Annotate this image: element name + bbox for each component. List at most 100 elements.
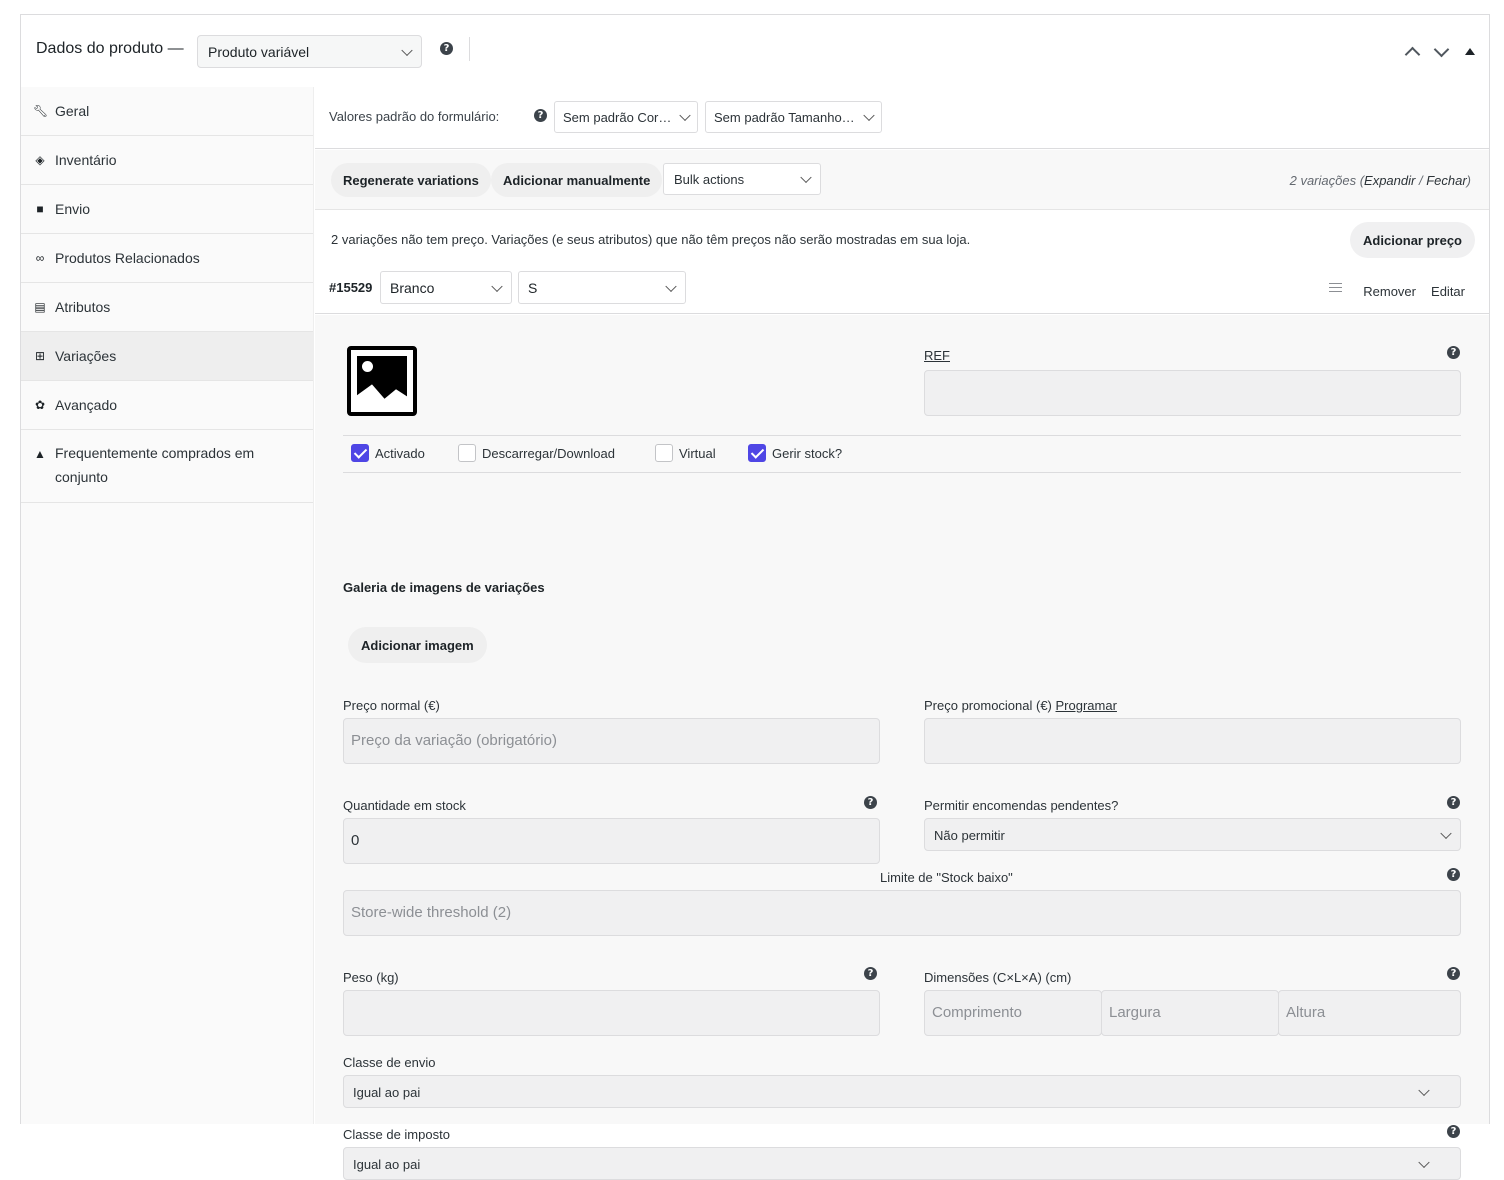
close-link[interactable]: Fechar [1426, 173, 1466, 188]
manage-stock-checkbox[interactable] [748, 444, 766, 462]
variations-toolbar: Regenerate variations Adicionar manualme… [315, 150, 1489, 210]
sidebar-item-label: Envio [55, 201, 91, 217]
help-icon[interactable]: ? [1447, 346, 1460, 359]
list-icon: ▤ [34, 300, 46, 314]
sidebar-item-label: Atributos [55, 299, 111, 315]
virtual-checkbox[interactable] [655, 444, 673, 462]
backorders-label: Permitir encomendas pendentes? [924, 798, 1119, 813]
tax-class-select[interactable]: Igual ao pai [343, 1147, 1461, 1180]
help-icon[interactable]: ? [864, 967, 877, 980]
stock-quantity-input[interactable]: 0 [343, 818, 880, 864]
low-stock-input[interactable]: Store-wide threshold (2) [343, 890, 1461, 936]
link-icon: ∞ [35, 251, 45, 265]
move-down-icon[interactable] [1433, 41, 1450, 58]
default-size-select[interactable]: Sem padrão Tamanho… [705, 101, 882, 133]
drag-handle-icon[interactable] [1329, 283, 1342, 292]
sidebar-item-label: Produtos Relacionados [55, 250, 200, 266]
chevron-down-icon [401, 44, 413, 56]
form-defaults-bar: Valores padrão do formulário: ? Sem padr… [315, 87, 1489, 149]
manage-stock-label: Gerir stock? [772, 445, 843, 461]
variation-image-placeholder[interactable] [347, 346, 417, 416]
panel-title: Dados do produto — [36, 40, 184, 57]
enabled-option[interactable]: Activado [351, 444, 425, 462]
default-color-select[interactable]: Sem padrão Cor… [554, 101, 698, 133]
enabled-checkbox[interactable] [351, 444, 369, 462]
help-icon[interactable]: ? [1447, 796, 1460, 809]
add-manually-button[interactable]: Adicionar manualmente [491, 163, 663, 197]
edit-variation-link[interactable]: Editar [1431, 284, 1465, 299]
variation-form: REF ? Activado Descarregar/Download Virt… [315, 315, 1489, 1180]
virtual-option[interactable]: Virtual [655, 444, 716, 462]
help-icon[interactable]: ? [534, 109, 547, 122]
chevron-down-icon [491, 280, 503, 292]
help-icon[interactable]: ? [440, 42, 453, 55]
sku-label: REF [924, 348, 950, 363]
sale-price-input[interactable] [924, 718, 1461, 764]
downloadable-option[interactable]: Descarregar/Download [458, 444, 615, 462]
variation-size-select[interactable]: S [518, 271, 686, 304]
sidebar-item-variacoes[interactable]: ⊞ Variações [21, 332, 313, 381]
help-icon[interactable]: ? [1447, 967, 1460, 980]
sale-price-label-text: Preço promocional (€) [924, 698, 1052, 713]
regular-price-input[interactable]: Preço da variação (obrigatório) [343, 718, 880, 764]
expand-link[interactable]: Expandir [1364, 173, 1415, 188]
panel-header: Dados do produto — Produto variável ? [21, 15, 1489, 87]
sidebar-item-label: Inventário [55, 152, 117, 168]
sidebar-item-frequentemente-comprados[interactable]: ▲ Frequentemente comprados em conjunto [21, 430, 313, 503]
backorders-select[interactable]: Não permitir [924, 818, 1461, 851]
chevron-down-icon [679, 109, 691, 122]
chevron-down-icon [1418, 1084, 1430, 1096]
height-input[interactable]: Altura [1278, 990, 1461, 1036]
virtual-label: Virtual [679, 445, 716, 461]
product-data-panel: Dados do produto — Produto variável ? 🔧︎… [20, 14, 1490, 1180]
length-input[interactable]: Comprimento [924, 990, 1102, 1036]
variation-color-select[interactable]: Branco [380, 271, 512, 304]
tax-class-value: Igual ao pai [353, 1157, 421, 1172]
variation-header[interactable]: #15529 Branco S Remover Editar [315, 268, 1489, 314]
sidebar-item-produtos-relacionados[interactable]: ∞ Produtos Relacionados [21, 234, 313, 283]
variation-id: #15529 [329, 280, 373, 295]
sidebar-item-avancado[interactable]: ✿ Avançado [21, 381, 313, 430]
variations-panel: Valores padrão do formulário: ? Sem padr… [315, 87, 1489, 1180]
default-size-value: Sem padrão Tamanho… [714, 110, 855, 125]
shipping-class-select[interactable]: Igual ao pai [343, 1075, 1461, 1108]
help-icon[interactable]: ? [864, 796, 877, 809]
product-data-tabs: 🔧︎ Geral ◈ Inventário ■ Envio ∞ Produtos… [21, 87, 314, 1124]
bulk-actions-select[interactable]: Bulk actions [663, 163, 821, 195]
sku-input[interactable] [924, 370, 1461, 416]
variation-size-value: S [528, 280, 538, 296]
chevron-down-icon [1418, 1156, 1430, 1168]
default-color-value: Sem padrão Cor… [563, 110, 672, 125]
chevron-down-icon [665, 280, 677, 292]
schedule-link[interactable]: Programar [1056, 698, 1117, 713]
help-icon[interactable]: ? [1447, 1125, 1460, 1138]
width-input[interactable]: Largura [1101, 990, 1279, 1036]
weight-label: Peso (kg) [343, 970, 399, 985]
remove-variation-link[interactable]: Remover [1363, 284, 1416, 299]
notice-text: 2 variações não tem preço. Variações (e … [331, 232, 971, 247]
product-type-select[interactable]: Produto variável [197, 35, 422, 68]
help-icon[interactable]: ? [1447, 868, 1460, 881]
sidebar-item-geral[interactable]: 🔧︎ Geral [21, 87, 313, 136]
add-image-button[interactable]: Adicionar imagem [348, 627, 487, 663]
collapse-toggle-icon[interactable] [1465, 48, 1475, 55]
backorders-value: Não permitir [934, 828, 1005, 843]
downloadable-checkbox[interactable] [458, 444, 476, 462]
weight-input[interactable] [343, 990, 880, 1036]
divider [343, 435, 1461, 436]
tag-icon: ◈ [35, 153, 45, 167]
move-up-icon[interactable] [1404, 46, 1421, 63]
regenerate-variations-button[interactable]: Regenerate variations [331, 163, 491, 197]
image-icon-sun [362, 361, 373, 372]
truck-icon: ■ [36, 202, 44, 216]
separator: / [1415, 173, 1427, 188]
bulk-actions-value: Bulk actions [674, 172, 745, 187]
sidebar-item-atributos[interactable]: ▤ Atributos [21, 283, 313, 332]
divider [469, 37, 470, 61]
manage-stock-option[interactable]: Gerir stock? [748, 444, 842, 462]
sidebar-item-envio[interactable]: ■ Envio [21, 185, 313, 234]
bag-icon: ▲ [34, 447, 46, 461]
sidebar-item-inventario[interactable]: ◈ Inventário [21, 136, 313, 185]
sidebar-item-label: Avançado [55, 397, 118, 413]
add-price-button[interactable]: Adicionar preço [1350, 222, 1475, 258]
